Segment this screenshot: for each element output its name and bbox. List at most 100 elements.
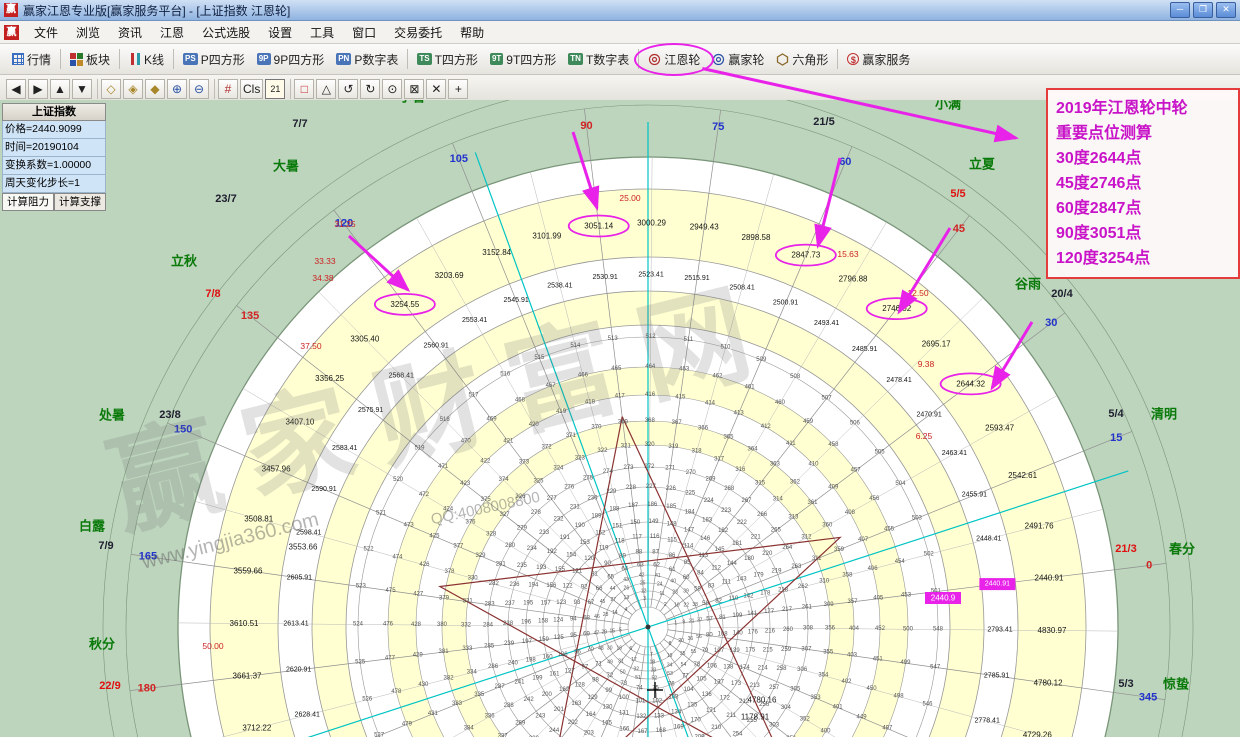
wheel-number: 279 (517, 525, 528, 531)
drawbar-button-15[interactable]: □ (294, 79, 314, 99)
wheel-number: 75 (712, 121, 724, 133)
drawbar-button-13[interactable]: 21 (265, 79, 285, 99)
wheel-number: 2575.91 (358, 407, 383, 414)
drawbar-button-2[interactable]: ▲ (50, 79, 70, 99)
wheel-number: 106 (707, 663, 718, 669)
wheel-number: 2793.41 (987, 627, 1012, 634)
wheel-number: 5/4 (1108, 408, 1124, 420)
wheel-number: 236 (510, 582, 521, 588)
wheel-number: 立夏 (969, 157, 996, 172)
wheel-number: 43 (623, 577, 629, 583)
wheel-number: 171 (706, 708, 717, 714)
wheel-number: 141 (747, 611, 758, 617)
toolbar-item-0[interactable]: 行情 (6, 48, 57, 71)
wheel-number: 257 (769, 685, 780, 691)
wheel-number: 9 (682, 620, 685, 626)
calc-resistance-button[interactable]: 计算阻力 (2, 193, 54, 211)
wheel-number: 411 (786, 441, 796, 447)
menu-item-4[interactable]: 公式选股 (193, 22, 259, 43)
toolbar-item-6[interactable]: TST四方形 (411, 48, 484, 71)
drawbar-button-22[interactable]: + (448, 79, 468, 99)
wheel-number: 7 (650, 652, 653, 658)
toolbar-item-label: 赢家服务 (862, 51, 910, 68)
drawbar-button-3[interactable]: ▼ (72, 79, 92, 99)
toolbar-item-3[interactable]: PSP四方形 (177, 48, 251, 71)
close-button[interactable]: ✕ (1216, 2, 1236, 18)
drawbar-button-21[interactable]: ✕ (426, 79, 446, 99)
wheel-number: 5/5 (950, 188, 965, 200)
drawbar-button-8[interactable]: ⊕ (167, 79, 187, 99)
wheel-number: 15 (609, 628, 615, 634)
wheel-number: 453 (901, 592, 912, 598)
drawbar-button-9[interactable]: ⊖ (189, 79, 209, 99)
drawbar-button-6[interactable]: ◈ (123, 79, 143, 99)
toolbar-item-1[interactable]: 板块 (64, 48, 116, 71)
drawbar-button-7[interactable]: ◆ (145, 79, 165, 99)
minimize-button[interactable]: ─ (1170, 2, 1190, 18)
wheel-number: 73 (620, 681, 627, 687)
toolbar-item-12[interactable]: $赢家服务 (841, 48, 916, 71)
drawbar-button-18[interactable]: ↻ (360, 79, 380, 99)
wheel-number: 430 (418, 682, 429, 688)
drawbar-button-12[interactable]: Cls (240, 79, 263, 99)
wheel-number: 14 (612, 610, 618, 616)
toolbar-item-2[interactable]: K线 (123, 48, 170, 71)
wheel-number: 469 (487, 416, 498, 422)
wheel-number: 39 (683, 589, 689, 595)
wheel-number: 363 (770, 462, 781, 468)
drawbar-button-0[interactable]: ◀ (6, 79, 26, 99)
toolbar-item-10[interactable]: 赢家轮 (706, 48, 770, 71)
wheel-number: 3000.29 (637, 219, 666, 228)
calc-support-button[interactable]: 计算支撑 (54, 193, 106, 211)
wheel-number: 2448.41 (976, 535, 1001, 542)
wheel-number: 2628.41 (295, 712, 320, 719)
drawbar-button-1[interactable]: ▶ (28, 79, 48, 99)
wheel-number: 46 (594, 614, 600, 620)
menu-item-7[interactable]: 窗口 (343, 22, 385, 43)
wheel-number: 476 (383, 622, 394, 628)
wheel-number: 20 (678, 638, 684, 644)
wheel-number: 317 (714, 456, 725, 462)
drawbar-button-17[interactable]: ↺ (338, 79, 358, 99)
wheel-number: 清明 (1151, 407, 1177, 422)
drawbar-separator (97, 79, 98, 99)
wheel-number: 33 (651, 668, 657, 674)
wheel-number: 13 (624, 595, 630, 601)
maximize-button[interactable]: ❐ (1193, 2, 1213, 18)
wheel-number: 67 (588, 600, 595, 606)
wheel-number: 144 (727, 561, 738, 567)
menu-item-1[interactable]: 浏览 (67, 22, 109, 43)
toolbar-item-4[interactable]: 9P9P四方形 (251, 48, 330, 71)
menu-item-5[interactable]: 设置 (259, 22, 301, 43)
toolbar-item-11[interactable]: 六角形 (770, 48, 834, 71)
wheel-number: 105 (450, 153, 468, 165)
menu-item-0[interactable]: 文件 (25, 22, 67, 43)
toolbar-item-gann-wheel[interactable]: 江恩轮 (642, 48, 706, 71)
wheel-number: 288 (504, 703, 515, 709)
wheel-number: 161 (549, 672, 560, 678)
drawbar-button-16[interactable]: △ (316, 79, 336, 99)
drawbar-button-19[interactable]: ⊙ (382, 79, 402, 99)
drawbar-separator (214, 79, 215, 99)
drawbar-button-11[interactable]: # (218, 79, 238, 99)
menu-item-2[interactable]: 资讯 (109, 22, 151, 43)
wheel-number: 169 (674, 724, 685, 730)
menu-item-3[interactable]: 江恩 (151, 22, 193, 43)
tool-badge-icon: PN (336, 53, 351, 65)
toolbar-item-8[interactable]: TNT数字表 (562, 48, 635, 71)
wheel-number: 318 (692, 449, 703, 455)
menu-item-8[interactable]: 交易委托 (385, 22, 451, 43)
menu-item-9[interactable]: 帮助 (451, 22, 493, 43)
wheel-number: 459 (803, 419, 814, 425)
toolbar-item-5[interactable]: PNP数字表 (330, 48, 404, 71)
wheel-number: 21/3 (1115, 543, 1136, 555)
wheel-number: 313 (788, 514, 799, 520)
wheel-number: 2898.58 (742, 233, 771, 242)
menu-item-6[interactable]: 工具 (301, 22, 343, 43)
wheel-number: 22/9 (99, 680, 120, 692)
toolbar-item-7[interactable]: 9T9T四方形 (484, 48, 562, 71)
kline-candles-icon (129, 53, 141, 65)
wheel-number: 289 (515, 720, 526, 726)
drawbar-button-20[interactable]: ⊠ (404, 79, 424, 99)
drawbar-button-5[interactable]: ◇ (101, 79, 121, 99)
